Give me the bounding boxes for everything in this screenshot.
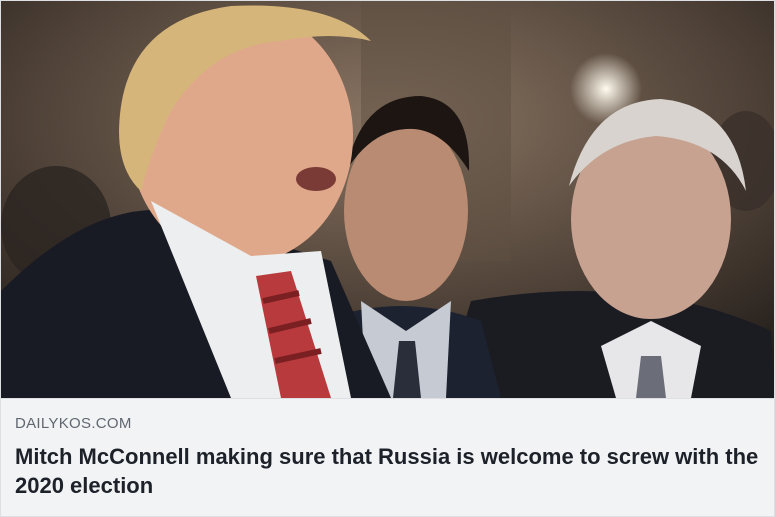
photo-illustration (1, 1, 774, 398)
article-headline[interactable]: Mitch McConnell making sure that Russia … (15, 442, 760, 500)
article-photo[interactable] (1, 1, 774, 398)
link-preview-card[interactable]: DAILYKOS.COM Mitch McConnell making sure… (0, 0, 775, 517)
source-domain: DAILYKOS.COM (15, 415, 132, 432)
link-caption[interactable]: DAILYKOS.COM Mitch McConnell making sure… (1, 398, 774, 516)
